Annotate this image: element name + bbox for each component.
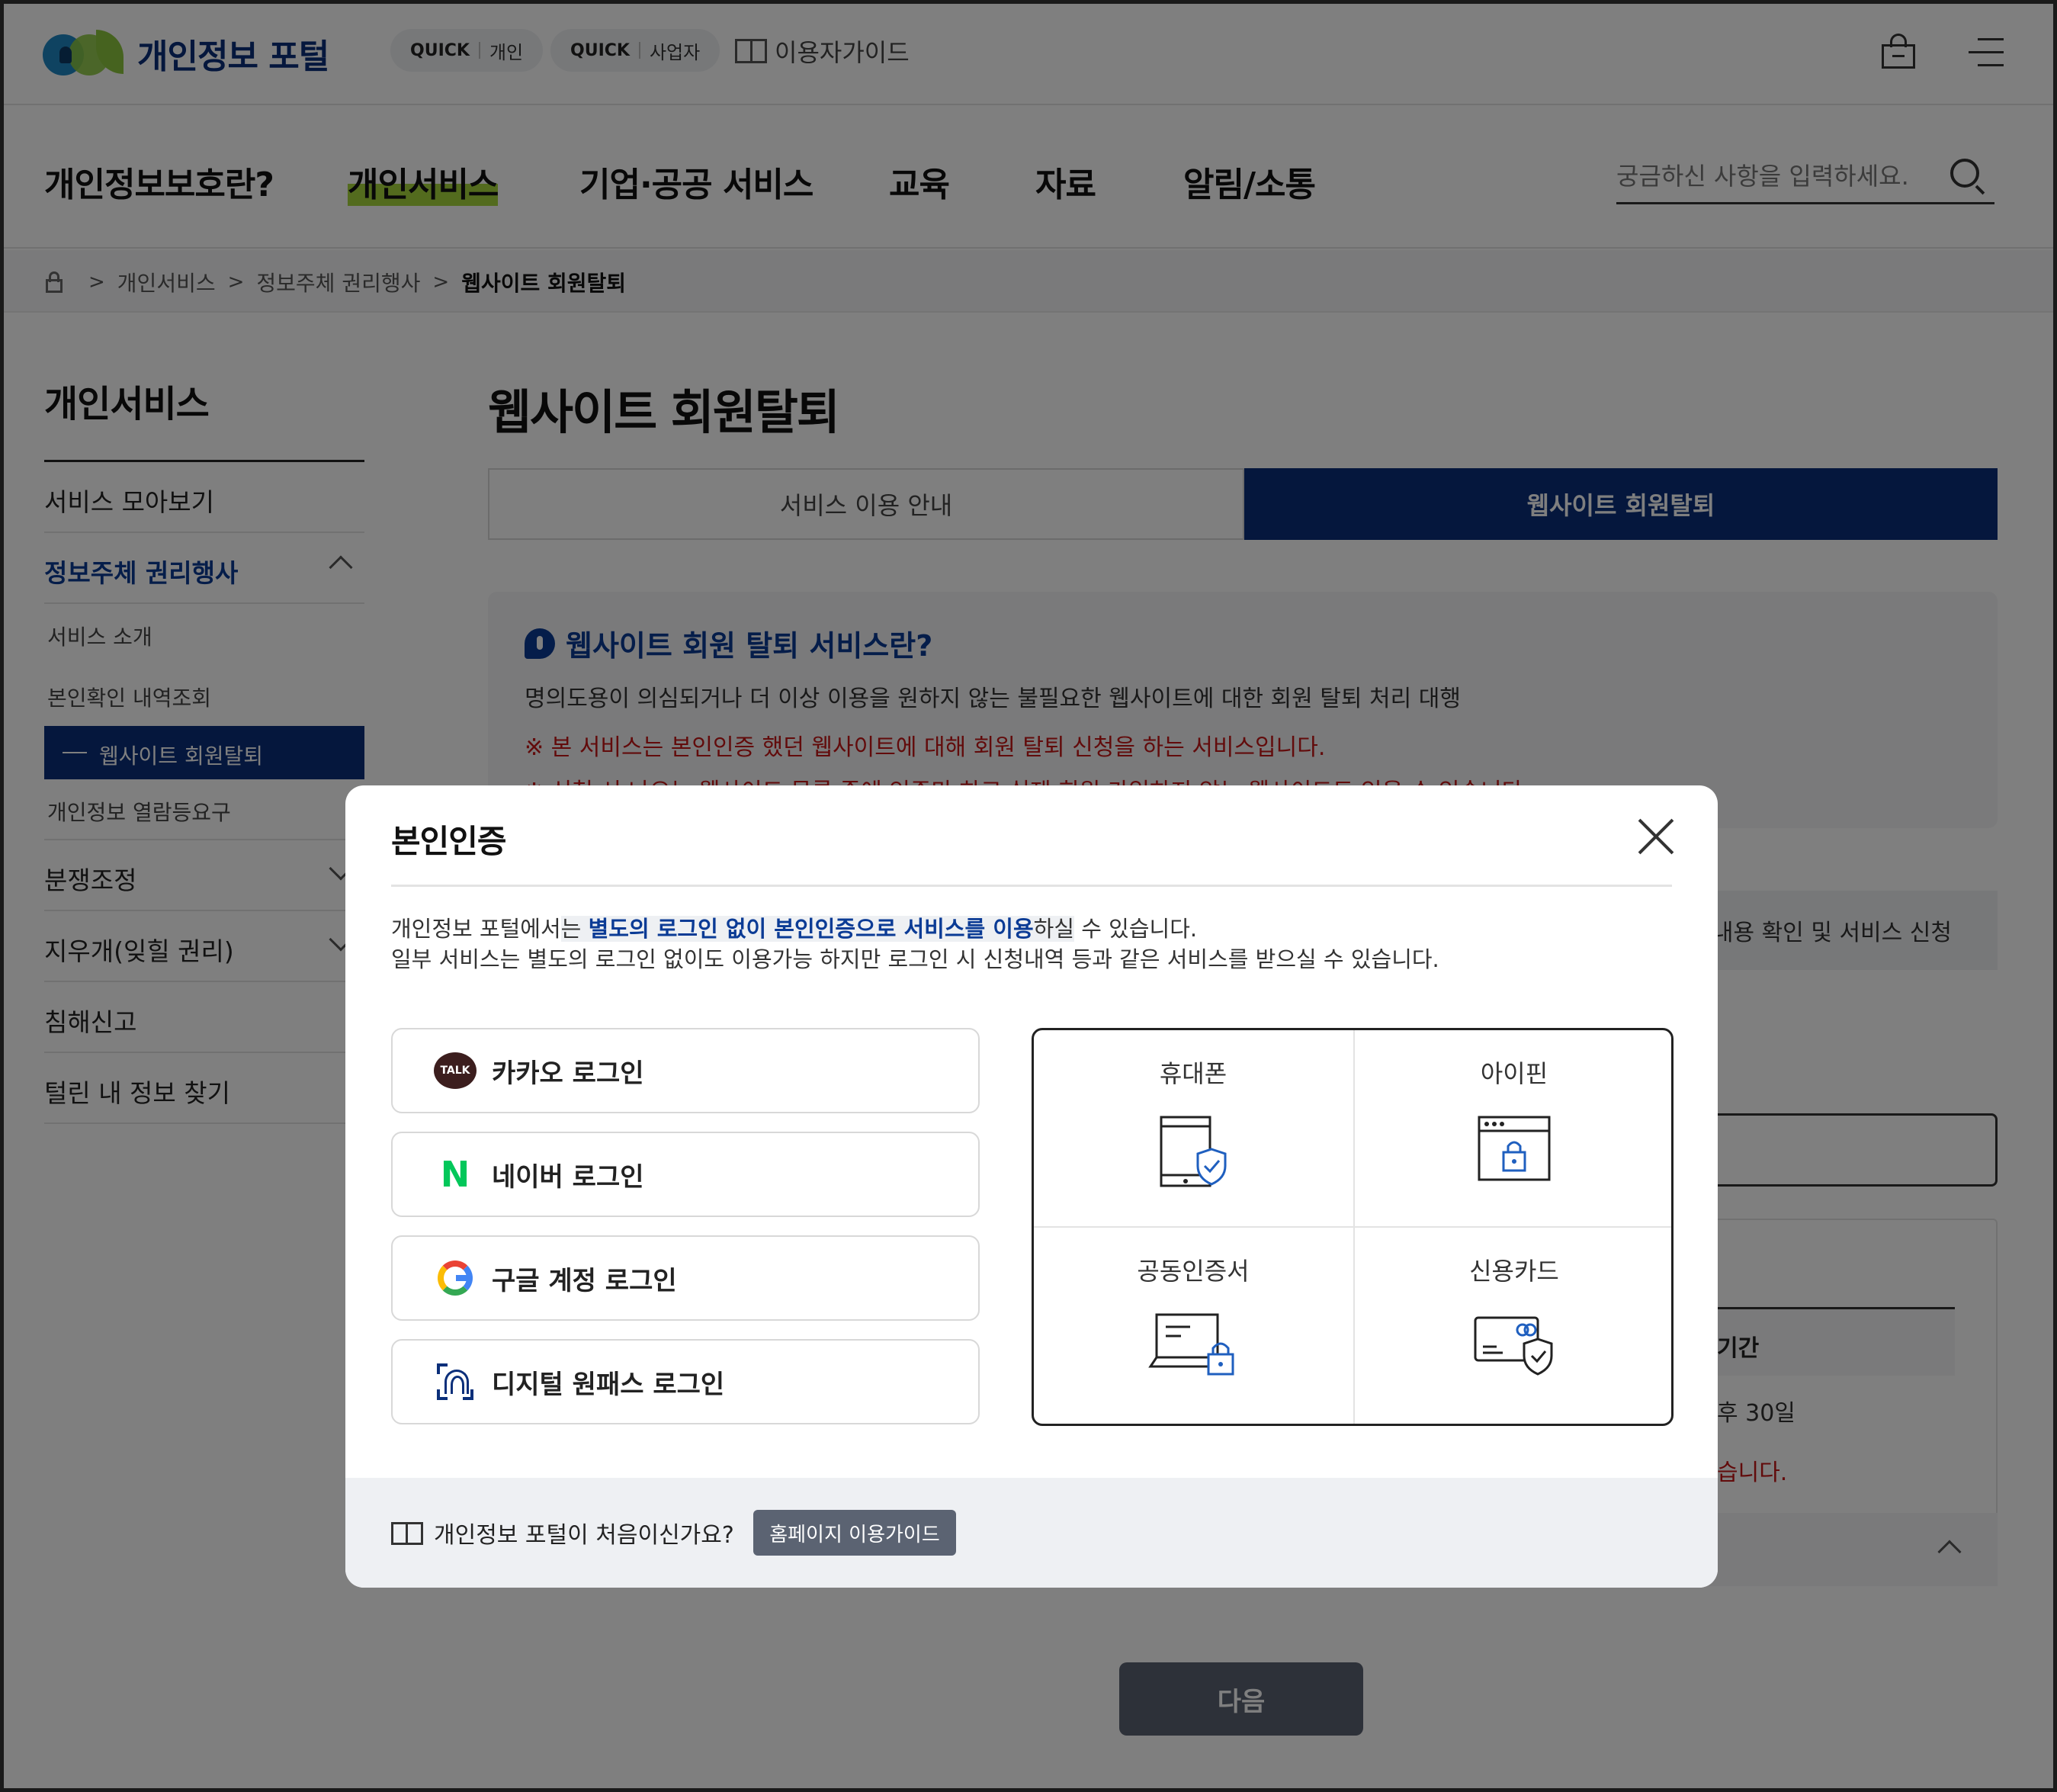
divider — [391, 885, 1672, 887]
phone-shield-icon — [1160, 1116, 1227, 1187]
book-icon — [391, 1522, 423, 1545]
browser-lock-icon — [1478, 1116, 1551, 1181]
homepage-guide-button[interactable]: 홈페이지 이용가이드 — [753, 1510, 956, 1556]
kakao-login-button[interactable]: TALK 카카오 로그인 — [391, 1028, 980, 1113]
auth-certificate-button[interactable]: 공동인증서 — [1034, 1228, 1353, 1424]
google-icon — [432, 1257, 478, 1299]
modal-footer: 개인정보 포털이 처음이신가요? 홈페이지 이용가이드 — [345, 1478, 1718, 1588]
auth-ipin-button[interactable]: 아이핀 — [1355, 1030, 1674, 1227]
auth-credit-card-button[interactable]: 신용카드 — [1355, 1228, 1674, 1424]
auth-phone-button[interactable]: 휴대폰 — [1034, 1030, 1353, 1227]
kakao-talk-icon: TALK — [432, 1050, 478, 1091]
footer-text: 개인정보 포털이 처음이신가요? — [434, 1522, 734, 1549]
naver-login-button[interactable]: N 네이버 로그인 — [391, 1132, 980, 1217]
naver-icon: N — [440, 1154, 470, 1195]
credit-card-shield-icon — [1474, 1316, 1553, 1376]
modal-title: 본인인증 — [391, 823, 507, 860]
fingerprint-icon — [432, 1361, 478, 1402]
digital-onepass-login-button[interactable]: 디지털 원패스 로그인 — [391, 1339, 980, 1424]
laptop-lock-icon — [1148, 1313, 1234, 1376]
auth-method-grid: 휴대폰 아이핀 공동인증서 신용카드 — [1032, 1028, 1674, 1426]
modal-description: 개인정보 포털에서는 별도의 로그인 없이 본인인증으로 서비스를 이용하실 수… — [391, 916, 1439, 972]
google-login-button[interactable]: 구글 계정 로그인 — [391, 1235, 980, 1321]
identity-verification-modal: 본인인증 개인정보 포털에서는 별도의 로그인 없이 본인인증으로 서비스를 이… — [345, 785, 1718, 1588]
close-icon[interactable] — [1635, 816, 1677, 857]
